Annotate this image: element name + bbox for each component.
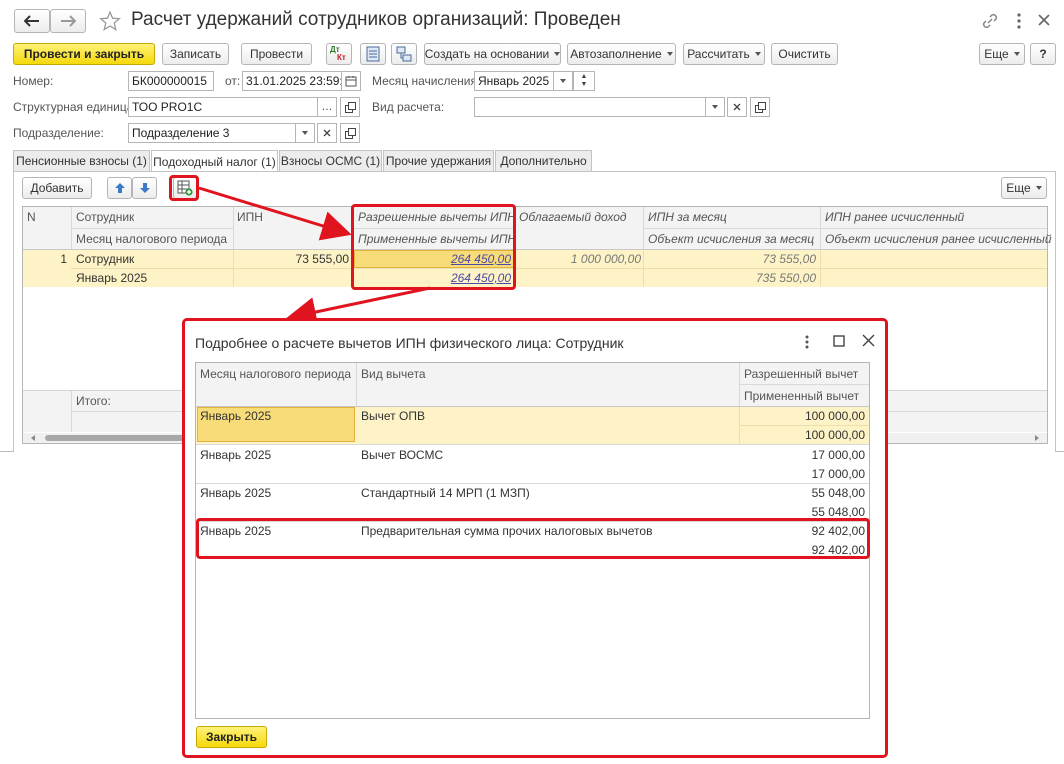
- dialog-title: Подробнее о расчете вычетов ИПН физическ…: [195, 335, 624, 351]
- dlg-row-2-applied: 17 000,00: [811, 467, 865, 481]
- close-icon[interactable]: [862, 334, 875, 347]
- dlg-col-allowed-header[interactable]: Разрешенный вычет: [744, 367, 858, 381]
- dlg-row-1-month: Январь 2025: [200, 409, 272, 423]
- dlg-row-3-type: Стандартный 14 МРП (1 МЗП): [361, 486, 530, 500]
- dlg-row-1-applied: 100 000,00: [804, 428, 865, 442]
- annotation-arrows: [198, 186, 431, 327]
- dlg-row-2-allowed: 17 000,00: [811, 448, 865, 462]
- dlg-row-2-month: Январь 2025: [200, 448, 272, 462]
- dlg-row-3-allowed: 55 048,00: [811, 486, 865, 500]
- dlg-col-month-header[interactable]: Месяц налогового периода: [200, 367, 351, 381]
- deductions-detail-dialog: Подробнее о расчете вычетов ИПН физическ…: [182, 318, 888, 758]
- maximize-icon[interactable]: [833, 335, 845, 347]
- dlg-row-3-applied: 55 048,00: [811, 505, 865, 519]
- dlg-col-type-header[interactable]: Вид вычета: [361, 367, 426, 381]
- total-label: Итого:: [76, 394, 111, 408]
- dlg-row-1-allowed: 100 000,00: [804, 409, 865, 423]
- close-button[interactable]: Закрыть: [196, 726, 267, 748]
- dlg-col-applied-header[interactable]: Примененный вычет: [744, 389, 859, 403]
- more-vert-icon[interactable]: [804, 334, 810, 350]
- dlg-row-2-type: Вычет ВОСМС: [361, 448, 444, 462]
- other-deductions-row-highlight: [196, 518, 870, 559]
- dlg-row-3-month: Январь 2025: [200, 486, 272, 500]
- dlg-row-1-type: Вычет ОПВ: [361, 409, 425, 423]
- scroll-right-icon[interactable]: [1035, 435, 1039, 441]
- scroll-left-icon[interactable]: [31, 435, 35, 441]
